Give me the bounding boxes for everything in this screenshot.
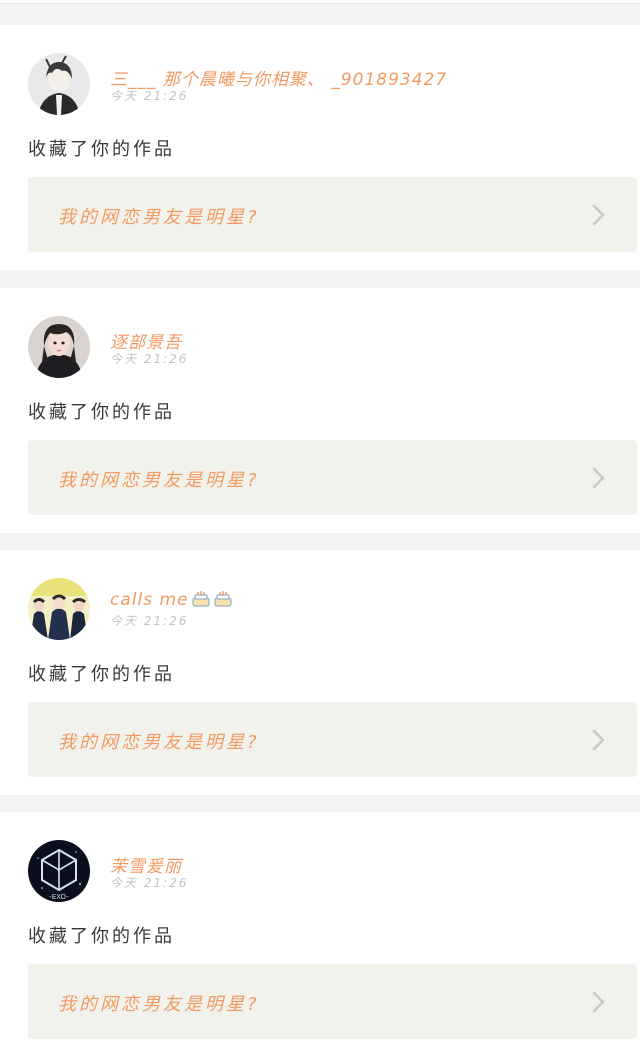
timestamp: 今天 21:26 bbox=[110, 876, 189, 890]
notification-card: -EXO- 茉雪爰丽 今天 21:26 收藏了你的作品 我的网恋男友是明星? bbox=[0, 812, 640, 1053]
work-link[interactable]: 我的网恋男友是明星? bbox=[28, 702, 637, 777]
avatar[interactable] bbox=[28, 316, 90, 378]
chevron-right-icon bbox=[589, 990, 609, 1014]
avatar-girl-photo-icon bbox=[28, 316, 90, 378]
avatar-anime-boy-icon bbox=[28, 53, 90, 115]
avatar-exo-logo-icon: -EXO- bbox=[28, 840, 90, 902]
avatar[interactable] bbox=[28, 53, 90, 115]
svg-text:-EXO-: -EXO- bbox=[49, 893, 69, 901]
timestamp: 今天 21:26 bbox=[110, 352, 189, 366]
avatar-group-photo-icon bbox=[28, 578, 90, 640]
action-text: 收藏了你的作品 bbox=[28, 664, 175, 685]
work-title: 我的网恋男友是明星? bbox=[58, 207, 260, 228]
timestamp: 今天 21:26 bbox=[110, 89, 189, 103]
work-link[interactable]: 我的网恋男友是明星? bbox=[28, 177, 637, 252]
work-title: 我的网恋男友是明星? bbox=[58, 994, 260, 1015]
action-text: 收藏了你的作品 bbox=[28, 139, 175, 160]
chevron-right-icon bbox=[589, 466, 609, 490]
work-title: 我的网恋男友是明星? bbox=[58, 732, 260, 753]
avatar[interactable] bbox=[28, 578, 90, 640]
work-link[interactable]: 我的网恋男友是明星? bbox=[28, 440, 637, 515]
notification-card: calls me 今天 21:26 收藏了你的作品 我的网恋男友是明星? bbox=[0, 550, 640, 795]
cake-icon bbox=[191, 590, 211, 608]
chevron-right-icon bbox=[589, 728, 609, 752]
action-text: 收藏了你的作品 bbox=[28, 926, 175, 947]
avatar[interactable]: -EXO- bbox=[28, 840, 90, 902]
work-title: 我的网恋男友是明星? bbox=[58, 470, 260, 491]
cake-icon bbox=[213, 590, 233, 608]
work-link[interactable]: 我的网恋男友是明星? bbox=[28, 964, 637, 1039]
action-text: 收藏了你的作品 bbox=[28, 402, 175, 423]
notification-card: 逐部景吾 今天 21:26 收藏了你的作品 我的网恋男友是明星? bbox=[0, 288, 640, 533]
notification-card: 三___ 那个晨曦与你相聚、 _901893427 今天 21:26 收藏了你的… bbox=[0, 25, 640, 270]
top-divider bbox=[0, 0, 640, 4]
username-text: calls me bbox=[110, 590, 189, 610]
timestamp: 今天 21:26 bbox=[110, 614, 189, 628]
username[interactable]: calls me bbox=[110, 590, 233, 610]
chevron-right-icon bbox=[589, 203, 609, 227]
